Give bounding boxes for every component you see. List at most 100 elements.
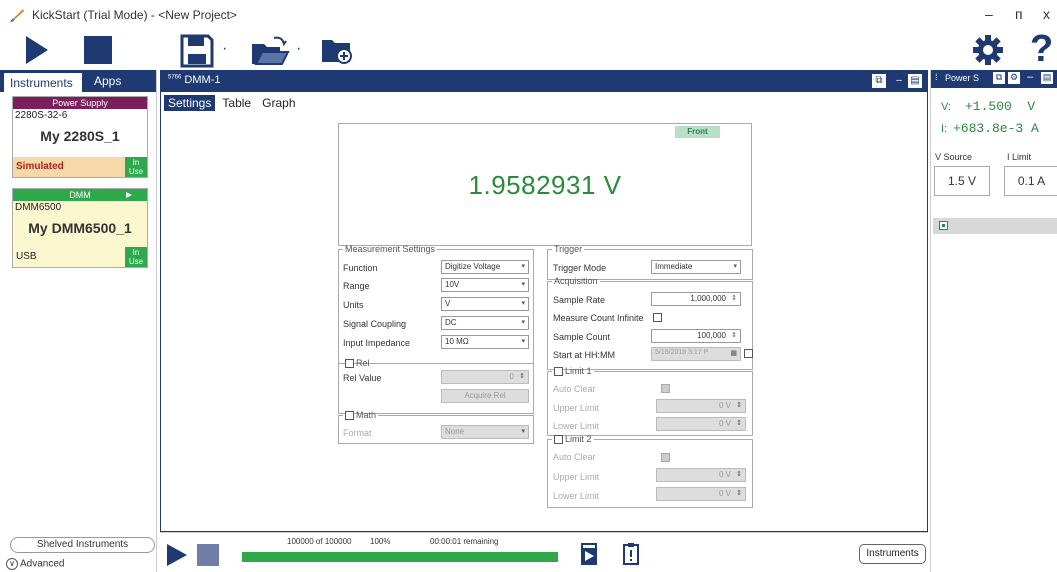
minimize-panel-icon[interactable]: – (1027, 71, 1033, 83)
kickstart-logo-icon (10, 9, 24, 22)
math-checkbox[interactable] (345, 411, 354, 421)
coupling-select[interactable]: DC ▾ (441, 316, 529, 330)
impedance-label: Input Impedance (343, 338, 411, 348)
format-select[interactable]: None ▾ (441, 425, 529, 439)
settings-small-icon[interactable]: ⚙ (1008, 72, 1020, 84)
tab-instruments[interactable]: Instruments (3, 72, 83, 92)
impedance-value: 10 MΩ (445, 337, 469, 346)
rel-checkbox[interactable] (345, 359, 354, 369)
rel-group: Rel (338, 358, 534, 414)
sample-rate-input[interactable]: 1,000,000 ⇕ (651, 292, 741, 306)
restore-button[interactable]: ᴨ (1015, 6, 1023, 22)
advanced-toggle[interactable]: ∨ Advanced (6, 558, 64, 570)
open-folder-icon[interactable] (250, 34, 290, 68)
ps-model-icon: ⁞ (935, 72, 938, 82)
stepper-icon: ⇕ (736, 490, 742, 497)
limit1-lower-input[interactable]: 0 V ⇕ (656, 417, 746, 431)
popout-icon[interactable]: ⧉ (993, 72, 1005, 84)
stop-icon[interactable] (84, 36, 112, 64)
i-limit-label: I Limit (1007, 152, 1032, 162)
clipboard-alert-icon[interactable] (622, 542, 640, 566)
open-dropdown-dot[interactable]: · (296, 40, 301, 58)
output-indicator-icon[interactable] (939, 221, 948, 230)
trigger-run-icon[interactable] (580, 542, 598, 566)
maximize-panel-icon[interactable]: ▤ (908, 74, 922, 88)
rel-legend-text: Rel (356, 358, 370, 368)
current-reading: +683.8e-3 A (953, 121, 1039, 136)
start-at-checkbox[interactable] (744, 349, 753, 358)
tab-settings[interactable]: Settings (164, 95, 216, 111)
maximize-panel-icon[interactable]: ▤ (1041, 72, 1053, 84)
limit1-upper-input[interactable]: 0 V ⇕ (656, 399, 746, 413)
gear-icon[interactable] (972, 34, 1004, 66)
help-icon[interactable]: ? (1030, 28, 1053, 71)
minimize-button[interactable]: – (985, 6, 993, 22)
chevron-down-icon: ▾ (521, 319, 525, 326)
limit2-legend-text: Limit 2 (565, 434, 592, 444)
measurement-reading: 1.9582931 V (468, 170, 622, 200)
sample-rate-label: Sample Rate (553, 295, 606, 305)
trigger-mode-label: Trigger Mode (553, 263, 607, 273)
function-value: Digitize Voltage (445, 262, 501, 271)
i-limit-input[interactable]: 0.1 A (1004, 166, 1057, 196)
range-label: Range (343, 281, 370, 291)
sample-count-value: 100,000 (697, 331, 726, 340)
play-small-icon[interactable] (125, 191, 133, 199)
dmm-panel: 5766 DMM-1 ⧉ – ▤ Settings Table Graph Fr… (160, 70, 928, 572)
function-select[interactable]: Digitize Voltage ▾ (441, 260, 529, 274)
tab-apps[interactable]: Apps (94, 74, 121, 88)
shelved-instruments-button[interactable]: Shelved Instruments (10, 537, 155, 553)
rel-value: 0 (509, 372, 514, 381)
card-status: USB (16, 251, 37, 262)
acquire-rel-button[interactable]: Acquire Rel (441, 389, 529, 403)
tab-table[interactable]: Table (218, 95, 255, 111)
current-label: I: (941, 123, 948, 135)
limit2-auto-clear-checkbox[interactable] (661, 453, 670, 462)
left-tabs: Instruments Apps (0, 70, 156, 92)
stepper-icon: ⇕ (736, 420, 742, 427)
rel-legend: Rel (343, 358, 372, 369)
range-select[interactable]: 10V ▾ (441, 278, 529, 292)
limit2-upper-value: 0 V (718, 470, 731, 479)
stepper-icon: ⇕ (731, 332, 737, 339)
v-source-input[interactable]: 1.5 V (934, 166, 990, 196)
instrument-card-dmm[interactable]: DMM DMM6500 My DMM6500_1 USB In Use (12, 188, 148, 268)
popout-icon[interactable]: ⧉ (872, 74, 886, 88)
play-icon[interactable] (24, 34, 50, 66)
progress-count: 100000 of 100000 (287, 537, 352, 546)
instruments-button[interactable]: Instruments (859, 544, 926, 564)
save-dropdown-dot[interactable]: · (222, 40, 227, 58)
sample-count-label: Sample Count (553, 332, 611, 342)
trigger-mode-select[interactable]: Immediate ▾ (651, 260, 741, 274)
math-legend-text: Math (356, 410, 377, 420)
play-icon[interactable] (166, 543, 188, 567)
save-icon[interactable] (180, 34, 214, 68)
dmm-panel-header: 5766 DMM-1 ⧉ – ▤ (160, 70, 928, 92)
dmm-settings-body: Settings Table Graph Front 1.9582931 V M… (160, 92, 928, 532)
impedance-select[interactable]: 10 MΩ ▾ (441, 335, 529, 349)
sample-count-input[interactable]: 100,000 ⇕ (651, 329, 741, 343)
tab-graph[interactable]: Graph (258, 95, 299, 111)
dmm-model-icon: 5766 (168, 74, 182, 81)
limit1-auto-clear-checkbox[interactable] (661, 384, 670, 393)
stop-icon[interactable] (197, 544, 219, 566)
calendar-icon: ▦ (730, 350, 737, 357)
rel-value-input[interactable]: 0 ⇕ (441, 370, 529, 384)
limit2-lower-input[interactable]: 0 V ⇕ (656, 487, 746, 501)
start-at-input[interactable]: 5/16/2018 3:17 P ▦ (651, 347, 741, 361)
close-button[interactable]: x (1043, 6, 1050, 22)
limit2-checkbox[interactable] (554, 435, 563, 445)
progress-fill (242, 552, 558, 562)
new-folder-icon[interactable] (320, 36, 354, 64)
measure-count-infinite-checkbox[interactable] (653, 313, 662, 322)
minimize-panel-icon[interactable]: – (892, 74, 906, 88)
limit2-lower-label: Lower Limit (553, 491, 600, 501)
card-model: DMM6500 (15, 202, 62, 213)
limit2-upper-input[interactable]: 0 V ⇕ (656, 468, 746, 482)
dmm-bottom-bar: 100000 of 100000 100% 00:00:01 remaining… (160, 532, 928, 572)
limit1-checkbox[interactable] (554, 367, 563, 377)
instrument-card-power-supply[interactable]: Power Supply 2280S-32-6 My 2280S_1 Simul… (12, 96, 148, 178)
units-select[interactable]: V ▾ (441, 297, 529, 311)
limit1-auto-clear-label: Auto Clear (553, 384, 596, 394)
start-at-value: 5/16/2018 3:17 P (655, 349, 709, 356)
